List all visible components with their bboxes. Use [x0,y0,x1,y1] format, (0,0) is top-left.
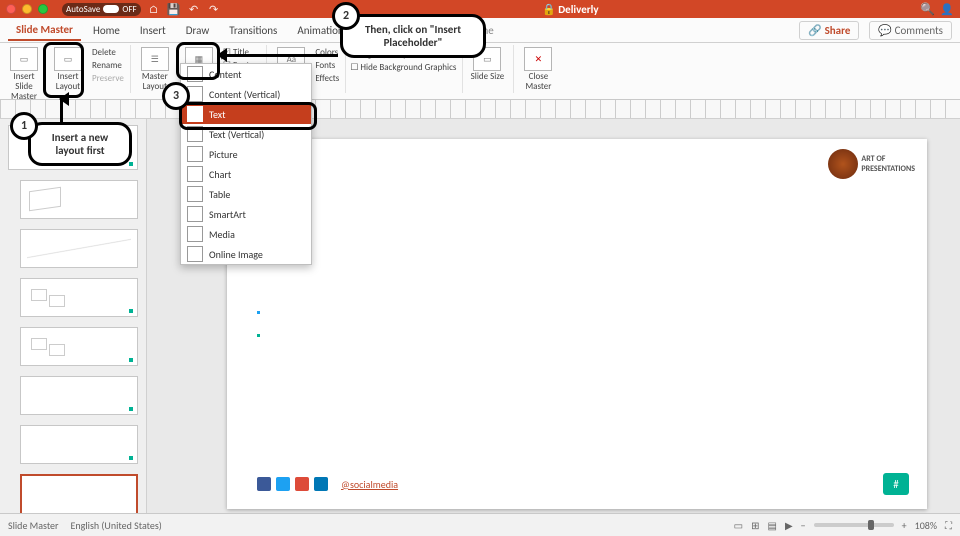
linkedin-icon[interactable] [314,477,328,491]
account-icon[interactable]: 👤 [940,3,954,16]
zoom-level[interactable]: 108% [915,519,937,532]
autosave-label: AutoSave [66,4,100,15]
menu-item-online-image[interactable]: Online Image [181,244,311,264]
autosave-switch-icon [103,5,119,13]
thumb-layout[interactable] [20,278,138,317]
insert-slide-master-button[interactable]: ▭ Insert Slide Master [4,45,44,102]
menu-item-smartart[interactable]: SmartArt [181,204,311,224]
tab-draw[interactable]: Draw [178,21,217,40]
slide[interactable]: ART OF PRESENTATIONS @socialmedia # [227,139,927,509]
annotation-3-badge: 3 [162,82,190,110]
menu-item-media[interactable]: Media [181,224,311,244]
tab-slide-master[interactable]: Slide Master [8,20,81,41]
page-number-badge: # [883,473,909,495]
slide-master-icon: ▭ [10,47,38,71]
slide-thumbnails[interactable] [0,119,147,521]
zoom-out-button[interactable]: − [801,519,806,532]
status-bar: Slide Master English (United States) ▭ ⊞… [0,513,960,536]
facebook-icon[interactable] [257,477,271,491]
annotation-1: Insert a new layout first [28,122,132,166]
fonts-button[interactable]: Fonts [315,60,339,71]
annotation-1-arrow [60,98,63,122]
comments-button[interactable]: 💬 Comments [869,21,952,40]
thumb-layout[interactable] [20,229,138,268]
home-icon[interactable]: ⌂ [147,3,161,16]
annotation-2: Then, click on "Insert Placeholder" [340,14,486,58]
social-handle[interactable]: @socialmedia [341,478,398,491]
guide-dot-icon [257,311,260,314]
thumb-layout-selected[interactable] [20,474,138,515]
smartart-icon [187,206,203,222]
autosave-state: OFF [122,4,136,15]
window-close-icon[interactable] [6,4,16,14]
window-max-icon[interactable] [38,4,48,14]
zoom-slider[interactable] [814,523,894,527]
menu-item-picture[interactable]: Picture [181,144,311,164]
logo-icon [828,149,858,179]
annotation-2-arrow [218,54,338,57]
social-row: @socialmedia [257,477,398,491]
close-icon: ✕ [524,47,552,71]
tab-insert[interactable]: Insert [132,21,174,40]
annotation-1-badge: 1 [10,112,38,140]
status-language[interactable]: English (United States) [71,519,162,532]
picture-icon [187,146,203,162]
master-layout-icon: ☰ [141,47,169,71]
doc-title: 🔒 Deliverly [227,3,914,16]
annotation-2-badge: 2 [332,2,360,30]
menu-item-table[interactable]: Table [181,184,311,204]
thumb-layout[interactable] [20,376,138,415]
highlight-menu-text [179,102,317,130]
table-icon [187,186,203,202]
highlight-insert-placeholder [176,42,220,80]
view-sorter-icon[interactable]: ⊞ [751,519,759,532]
twitter-icon[interactable] [276,477,290,491]
view-reading-icon[interactable]: ▤ [768,519,777,532]
thumb-layout[interactable] [20,425,138,464]
search-icon[interactable]: 🔍 [920,2,934,17]
online-image-icon [187,246,203,262]
rename-button[interactable]: Rename [92,60,124,71]
guide-dot-icon [257,334,260,337]
tab-transitions[interactable]: Transitions [221,21,285,40]
preserve-button[interactable]: Preserve [92,73,124,84]
close-master-button[interactable]: ✕ Close Master [518,45,558,92]
zoom-in-button[interactable]: + [902,519,907,532]
fit-window-icon[interactable]: ⛶ [945,519,952,532]
thumb-layout[interactable] [20,180,138,219]
tab-home[interactable]: Home [85,21,128,40]
redo-icon[interactable]: ↷ [207,3,221,16]
undo-icon[interactable]: ↶ [187,3,201,16]
horizontal-ruler [0,100,960,119]
highlight-insert-layout [43,42,84,98]
mac-titlebar: AutoSave OFF ⌂ 💾 ↶ ↷ 🔒 Deliverly 🔍 👤 [0,0,960,18]
menu-item-chart[interactable]: Chart [181,164,311,184]
hide-bg-checkbox[interactable]: ☐ Hide Background Graphics [350,62,456,73]
window-min-icon[interactable] [22,4,32,14]
view-slideshow-icon[interactable]: ▶ [785,519,793,532]
menu-item-content-vertical[interactable]: Content (Vertical) [181,84,311,104]
autosave-toggle[interactable]: AutoSave OFF [62,3,141,16]
insert-placeholder-menu[interactable]: Content Content (Vertical) Text Text (Ve… [180,63,312,265]
media-icon [187,226,203,242]
logo: ART OF PRESENTATIONS [828,149,915,179]
save-icon[interactable]: 💾 [167,3,181,16]
share-button[interactable]: 🔗 Share [799,21,859,40]
googleplus-icon[interactable] [295,477,309,491]
thumb-layout[interactable] [20,327,138,366]
view-normal-icon[interactable]: ▭ [734,519,743,532]
effects-button[interactable]: Effects [315,73,339,84]
chart-icon [187,166,203,182]
delete-button[interactable]: Delete [92,47,124,58]
status-view: Slide Master [8,519,59,532]
